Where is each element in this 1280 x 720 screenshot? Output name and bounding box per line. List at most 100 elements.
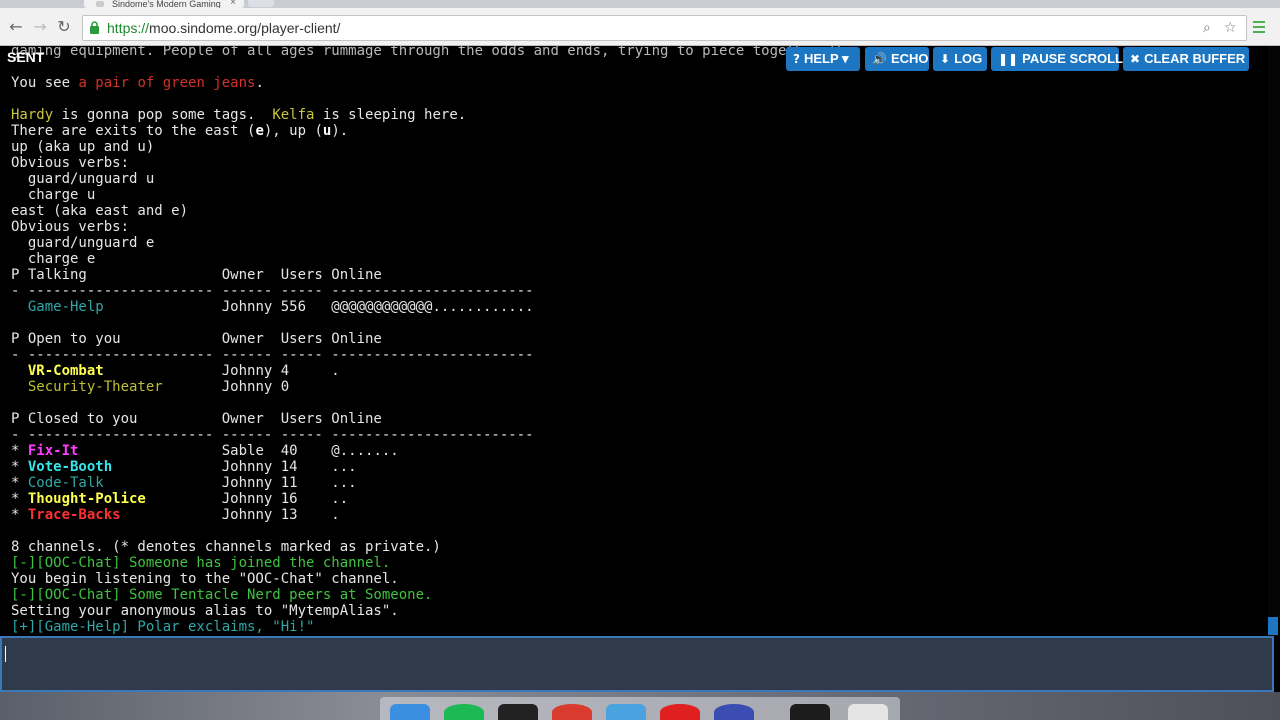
app-icon[interactable] <box>660 704 700 720</box>
channel-name[interactable]: VR-Combat <box>28 363 104 379</box>
trash-icon[interactable] <box>848 704 888 720</box>
text: There are exits to the east ( <box>11 123 256 139</box>
channel-row: VR-Combat Johnny 4 . <box>11 363 340 379</box>
chrome-icon[interactable] <box>552 704 592 720</box>
text: is sleeping here. <box>314 107 467 123</box>
table-separator: - ---------------------- ------ ----- --… <box>11 347 534 363</box>
pause-icon: ❚❚ <box>998 52 1019 66</box>
text <box>112 459 222 475</box>
text: ), up ( <box>263 123 323 139</box>
channel-message: [-][OOC-Chat] Someone has joined the cha… <box>11 555 391 571</box>
output-line: guard/unguard e <box>11 235 155 251</box>
channel-info: Johnny 11 ... <box>221 475 357 491</box>
output-line: up (aka up and u) <box>11 139 155 155</box>
channel-info: Johnny 13 . <box>221 507 340 523</box>
finder-icon[interactable] <box>390 704 430 720</box>
channel-name[interactable]: Thought-Police <box>28 491 146 507</box>
channel-message: [+][Game-Help] Polar exclaims, "Hi!" <box>11 619 315 635</box>
text: is gonna pop some tags. <box>53 107 273 123</box>
channel-message: [-][OOC-Chat] Some Tentacle Nerd peers a… <box>11 587 433 603</box>
preview-icon[interactable] <box>606 704 646 720</box>
help-button[interactable]: ? HELP ▾ <box>786 47 860 71</box>
text <box>104 363 222 379</box>
channel-name[interactable]: Game-Help <box>28 299 104 315</box>
url-text: https://moo.sindome.org/player-client/ <box>107 20 340 36</box>
channel-info: Johnny 556 @@@@@@@@@@@@............ <box>221 299 534 315</box>
output-line: east (aka east and e) <box>11 203 189 219</box>
text: * <box>11 459 28 475</box>
player-name[interactable]: Hardy <box>11 107 53 123</box>
channel-info: Johnny 0 <box>221 379 290 395</box>
channel-name[interactable]: Vote-Booth <box>28 459 112 475</box>
url-path: moo.sindome.org/player-client/ <box>149 20 341 36</box>
browser-tab[interactable]: Sindome's Modern Gaming × <box>84 0 244 8</box>
terminal-icon[interactable] <box>498 704 538 720</box>
scrollbar-thumb[interactable] <box>1268 617 1278 635</box>
channel-row: Game-Help Johnny 556 @@@@@@@@@@@@.......… <box>11 299 534 315</box>
channel-info: Sable 40 @....... <box>221 443 399 459</box>
pause-scroll-button[interactable]: ❚❚ PAUSE SCROLL <box>991 47 1123 71</box>
back-arrow-icon[interactable]: ← <box>6 17 26 37</box>
channel-info: Johnny 16 .. <box>221 491 349 507</box>
new-tab-button[interactable] <box>248 0 274 7</box>
text <box>11 299 28 315</box>
status-label: SENT <box>7 49 45 65</box>
reload-icon[interactable]: ↻ <box>54 17 74 37</box>
text: ). <box>331 123 349 139</box>
output-line: Obvious verbs: <box>11 155 130 171</box>
exit-east[interactable]: e <box>255 123 263 139</box>
output-line: gaming equipment. People of all ages rum… <box>11 46 854 59</box>
text: * <box>11 475 28 491</box>
favicon-icon <box>96 1 104 7</box>
text <box>146 491 222 507</box>
pause-scroll-label: PAUSE SCROLL <box>1022 51 1123 66</box>
text: . <box>255 75 264 91</box>
channel-name[interactable]: Fix-It <box>28 443 79 459</box>
player-name[interactable]: Kelfa <box>272 107 314 123</box>
text <box>11 379 28 395</box>
speaker-icon: 🔊 <box>872 52 887 66</box>
text: * <box>11 443 28 459</box>
close-icon: ✖ <box>1130 52 1141 66</box>
scrollbar-track[interactable] <box>1268 46 1280 636</box>
echo-label: ECHO <box>890 51 929 66</box>
tab-close-icon[interactable]: × <box>230 0 236 8</box>
channel-info: Johnny 14 ... <box>221 459 357 475</box>
spotify-icon[interactable] <box>444 704 484 720</box>
app-icon[interactable] <box>790 704 830 720</box>
output-line: guard/unguard u <box>11 171 155 187</box>
text: * <box>11 491 28 507</box>
channel-name[interactable]: Trace-Backs <box>28 507 121 523</box>
table-header: P Open to you Owner Users Online <box>11 331 382 347</box>
output-line: You see a pair of green jeans. <box>11 75 264 91</box>
object-link[interactable]: a pair of green jeans <box>78 75 255 91</box>
text <box>121 507 222 523</box>
lock-icon <box>90 21 99 34</box>
command-input[interactable] <box>0 636 1274 692</box>
channel-name[interactable]: Code-Talk <box>28 475 104 491</box>
output-line: Obvious verbs: <box>11 219 130 235</box>
channel-row: * Thought-Police Johnny 16 .. <box>11 491 348 507</box>
log-button[interactable]: ⬇ LOG <box>933 47 987 71</box>
text <box>104 299 222 315</box>
channel-row: * Vote-Booth Johnny 14 ... <box>11 459 357 475</box>
clear-buffer-button[interactable]: ✖ CLEAR BUFFER <box>1123 47 1249 71</box>
forward-arrow-icon[interactable]: → <box>30 17 50 37</box>
output-line: You begin listening to the "OOC-Chat" ch… <box>11 571 399 587</box>
hamburger-menu-icon[interactable] <box>1253 21 1265 36</box>
log-label: LOG <box>954 51 983 66</box>
tab-title: Sindome's Modern Gaming <box>112 0 221 8</box>
download-icon: ⬇ <box>940 52 951 66</box>
channel-name[interactable]: Security-Theater <box>28 379 163 395</box>
address-bar[interactable]: https://moo.sindome.org/player-client/ ⌕… <box>82 15 1247 41</box>
star-icon[interactable]: ☆ <box>1224 20 1237 36</box>
help-icon: ? <box>793 52 800 66</box>
app-icon[interactable] <box>714 704 754 720</box>
output-line: Hardy is gonna pop some tags. Kelfa is s… <box>11 107 466 123</box>
echo-button[interactable]: 🔊 ECHO <box>865 47 929 71</box>
text <box>11 363 28 379</box>
search-icon[interactable]: ⌕ <box>1203 20 1211 36</box>
help-label: HELP ▾ <box>803 51 849 66</box>
text <box>78 443 221 459</box>
table-separator: - ---------------------- ------ ----- --… <box>11 427 534 443</box>
